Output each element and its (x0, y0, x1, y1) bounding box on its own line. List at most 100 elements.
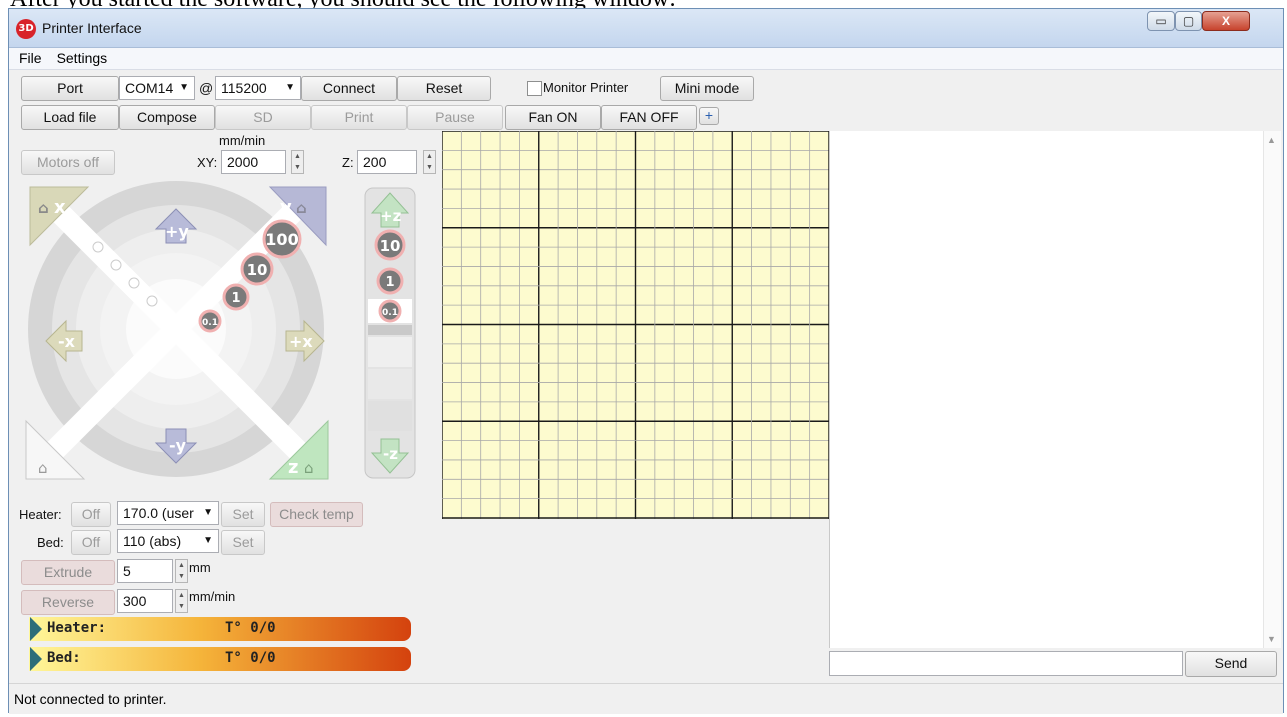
z-speed-label: Z: (342, 155, 354, 170)
heater-label: Heater: (19, 507, 62, 522)
bed-temp-select[interactable]: 110 (abs) ▼ (117, 529, 219, 553)
extrude-length-field[interactable]: 5 (117, 559, 173, 583)
status-bar: Not connected to printer. (9, 683, 1283, 714)
z-speed-stepper[interactable]: ▲ ▼ (423, 150, 436, 174)
heater-temp-value: 170.0 (user (123, 505, 194, 521)
bed-temp-gauge: Bed: T° 0/0 (29, 647, 411, 671)
xy-jog-wheel[interactable]: ⌂ x y ⌂ ⌂ z ⌂ +y -y -x +x 100 10 1 0.1 (24, 181, 329, 481)
at-label: @ (199, 80, 214, 96)
xy-speed-stepper[interactable]: ▲ ▼ (291, 150, 304, 174)
menu-file[interactable]: File (9, 48, 47, 66)
bed-gauge-value: T° 0/0 (225, 650, 276, 666)
heater-temp-gauge: Heater: T° 0/0 (29, 617, 411, 641)
bed-label: Bed: (37, 535, 64, 550)
heater-gauge-label: Heater: (47, 620, 107, 636)
svg-text:10: 10 (380, 237, 401, 255)
load-file-button[interactable]: Load file (21, 105, 119, 130)
svg-text:⌂: ⌂ (38, 459, 48, 477)
gauge-arrow-icon (30, 617, 42, 641)
fan-on-button[interactable]: Fan ON (505, 105, 601, 130)
sd-button[interactable]: SD (215, 105, 311, 130)
print-button[interactable]: Print (311, 105, 407, 130)
z-speed-field[interactable]: 200 (357, 150, 417, 174)
step-10-button[interactable]: 10 (240, 252, 274, 286)
home-z-label: z (288, 457, 298, 478)
svg-text:+y: +y (165, 222, 189, 241)
svg-text:⌂: ⌂ (38, 199, 49, 217)
svg-text:-y: -y (169, 436, 187, 455)
reverse-speed-stepper[interactable]: ▲ ▼ (175, 589, 188, 613)
scroll-down-icon[interactable]: ▼ (1267, 634, 1276, 644)
z-step-10-button[interactable]: 10 (374, 229, 406, 261)
add-macro-button[interactable]: + (699, 107, 719, 125)
svg-text:+z: +z (380, 207, 402, 225)
connect-button[interactable]: Connect (301, 76, 397, 101)
chevron-down-icon: ▼ (179, 82, 189, 93)
compose-button[interactable]: Compose (119, 105, 215, 130)
svg-text:1: 1 (385, 275, 394, 290)
reverse-button[interactable]: Reverse (21, 590, 115, 615)
console-log[interactable]: ▲ ▼ (829, 131, 1281, 648)
printer-app-icon: 3D (16, 19, 36, 39)
window-title: Printer Interface (42, 20, 142, 36)
extrude-button[interactable]: Extrude (21, 560, 115, 585)
fan-off-button[interactable]: FAN OFF (601, 105, 697, 130)
svg-text:⌂: ⌂ (304, 459, 314, 477)
svg-text:⌂: ⌂ (296, 199, 307, 217)
home-y-label: y (280, 197, 292, 218)
step-1-button[interactable]: 1 (222, 283, 250, 311)
port-button[interactable]: Port (21, 76, 119, 101)
monitor-printer-checkbox[interactable] (527, 81, 542, 96)
scroll-up-icon[interactable]: ▲ (1267, 135, 1276, 145)
z-jog-column[interactable]: +z 10 1 0.1 -z (364, 187, 416, 479)
maximize-button[interactable]: ▢ (1175, 11, 1202, 31)
check-temp-button[interactable]: Check temp (270, 502, 363, 527)
step-100-button[interactable]: 100 (262, 219, 302, 259)
svg-text:100: 100 (265, 230, 298, 249)
reverse-unit-label: mm/min (189, 589, 236, 604)
z-step-1-button[interactable]: 1 (376, 267, 404, 295)
svg-text:10: 10 (247, 261, 268, 279)
port-select[interactable]: COM14 ▼ (119, 76, 195, 100)
xy-speed-label: XY: (197, 155, 218, 170)
mini-mode-button[interactable]: Mini mode (660, 76, 754, 101)
port-value: COM14 (125, 80, 174, 96)
close-button[interactable]: X (1202, 11, 1250, 31)
console-scrollbar[interactable]: ▲ ▼ (1263, 131, 1281, 648)
chevron-down-icon: ▼ (203, 507, 213, 518)
heater-off-button[interactable]: Off (71, 502, 111, 527)
bed-off-button[interactable]: Off (71, 530, 111, 555)
menu-bar: File Settings (9, 48, 1283, 70)
gauge-arrow-icon (30, 647, 42, 671)
title-bar[interactable]: 3D Printer Interface ▭ ▢ X (9, 9, 1283, 48)
heater-gauge-value: T° 0/0 (225, 620, 276, 636)
svg-text:+x: +x (289, 332, 313, 351)
step-0-1-button[interactable]: 0.1 (198, 309, 222, 333)
home-x-label: x (54, 197, 66, 218)
command-input[interactable] (829, 651, 1183, 676)
xy-speed-field[interactable]: 2000 (221, 150, 286, 174)
chevron-down-icon: ▼ (203, 535, 213, 546)
svg-text:-z: -z (383, 445, 398, 463)
menu-settings[interactable]: Settings (47, 48, 113, 66)
send-button[interactable]: Send (1185, 651, 1277, 677)
baud-select[interactable]: 115200 ▼ (215, 76, 301, 100)
motors-off-button[interactable]: Motors off (21, 150, 115, 175)
svg-text:-x: -x (58, 332, 76, 351)
reset-button[interactable]: Reset (397, 76, 491, 101)
baud-value: 115200 (221, 80, 267, 96)
heater-temp-select[interactable]: 170.0 (user ▼ (117, 501, 219, 525)
bed-set-button[interactable]: Set (221, 530, 265, 555)
extrude-length-stepper[interactable]: ▲ ▼ (175, 559, 188, 583)
heater-set-button[interactable]: Set (221, 502, 265, 527)
printer-interface-window: 3D Printer Interface ▭ ▢ X File Settings … (8, 8, 1284, 714)
minimize-button[interactable]: ▭ (1147, 11, 1175, 31)
bed-temp-value: 110 (abs) (123, 533, 182, 549)
pause-button[interactable]: Pause (407, 105, 503, 130)
build-plate-grid[interactable] (442, 131, 829, 519)
reverse-speed-field[interactable]: 300 (117, 589, 173, 613)
bed-gauge-label: Bed: (47, 650, 81, 666)
z-step-0-1-button[interactable]: 0.1 (368, 299, 412, 323)
speed-unit-label: mm/min (219, 133, 266, 148)
monitor-printer-label: Monitor Printer (543, 80, 629, 95)
